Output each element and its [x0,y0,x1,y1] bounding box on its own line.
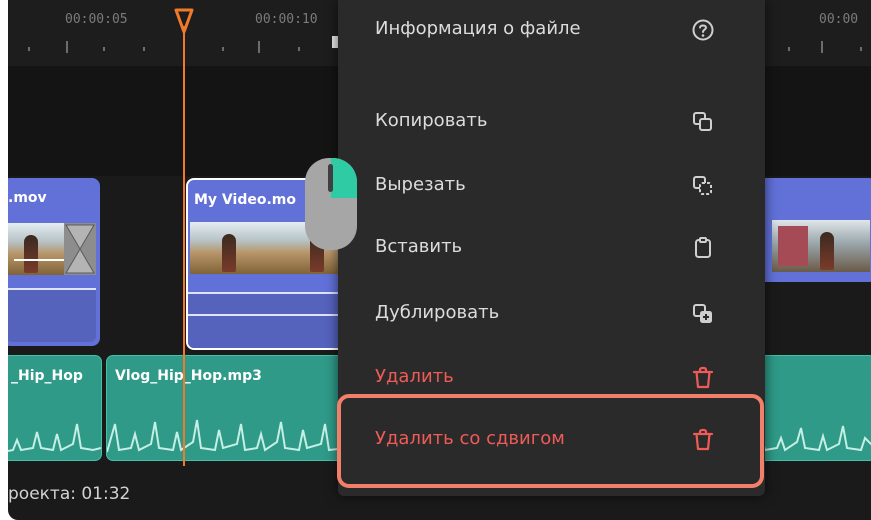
menu-item-label: Вставить [375,236,463,257]
ruler-time-label: 00:00 [819,12,859,27]
thumbnail-figure [222,234,236,272]
clipboard-icon [695,237,711,258]
transition-icon[interactable] [64,223,96,275]
ruler-tick [222,47,224,51]
menu-item-copy[interactable]: Копировать [338,102,765,142]
audio-clip-title: _Hip_Hop [11,368,83,384]
clip-audio-track [8,288,96,342]
menu-item-label: Дублировать [375,302,500,323]
ruler-tick [821,41,823,53]
mouse-right-click-icon [305,158,357,250]
menu-item-label: Удалить со сдвигом [375,428,565,449]
clip-audio-track [188,292,344,348]
clip-title: My Video.mo [194,192,296,208]
audio-clip[interactable]: _Hip_Hop [8,355,102,461]
audio-waveform [8,423,101,453]
thumbnail-figure [820,232,834,270]
menu-item-cut[interactable]: Вырезать [338,166,765,206]
video-clip[interactable] [752,178,871,282]
context-menu: Информация о файле Копировать Вырезать В… [338,0,765,496]
trash-icon [692,366,714,389]
playhead[interactable] [183,26,185,466]
ruler-tick [66,41,68,53]
ruler-tick [258,41,260,53]
menu-item-paste[interactable]: Вставить [338,228,765,268]
project-duration-text: роекта: 01:32 [8,484,131,504]
audio-clip[interactable]: Vlog_Hip_Hop.mp3 [106,355,348,461]
clip-track-line [188,314,344,316]
menu-item-delete[interactable]: Удалить [338,358,765,398]
thumbnail-building [778,226,808,266]
thumbnail-figure [24,235,38,273]
clip-thumbnail [190,222,286,274]
ruler-time-label: 00:00:05 [65,12,128,27]
ruler-tick [143,47,145,51]
clip-thumbnail [8,223,64,275]
playhead-handle-icon[interactable] [174,8,194,34]
menu-item-file-info[interactable]: Информация о файле [338,10,765,50]
ruler-tick [788,47,790,51]
question-circle-icon [692,19,714,41]
ruler-tick [28,47,30,51]
ruler-tick [298,47,300,51]
menu-item-label: Информация о файле [375,18,581,39]
thumbnail-line [14,259,64,261]
clip-title: .mov [8,190,47,206]
audio-waveform [751,425,871,452]
menu-item-label: Вырезать [375,174,466,195]
menu-item-delete-with-shift[interactable]: Удалить со сдвигом [338,420,765,460]
ruler-tick [860,47,862,51]
audio-waveform [107,419,347,453]
menu-item-label: Удалить [375,366,454,387]
trash-icon [692,428,714,451]
ruler-time-label: 00:00:10 [255,12,318,27]
video-clip[interactable]: .mov [8,178,100,346]
duplicate-icon [693,304,712,323]
copy-icon [693,112,712,131]
cut-icon [693,176,712,195]
clip-thumbnail [772,220,870,272]
audio-clip[interactable] [750,355,871,461]
audio-clip-title: Vlog_Hip_Hop.mp3 [115,368,262,384]
ruler-tick [103,47,105,51]
menu-item-duplicate[interactable]: Дублировать [338,294,765,334]
menu-item-label: Копировать [375,110,488,131]
